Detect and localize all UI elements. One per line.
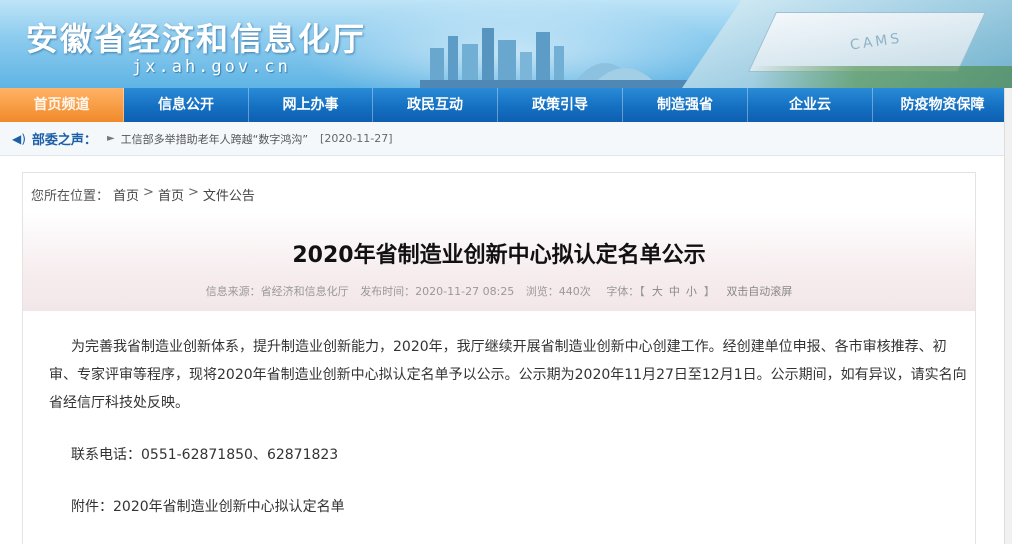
- nav-item-online-service[interactable]: 网上办事: [249, 88, 373, 122]
- article-body: 为完善我省制造业创新体系，提升制造业创新能力，2020年，我厅继续开展省制造业创…: [49, 333, 969, 521]
- attachment-link[interactable]: 2020年省制造业创新中心拟认定名单: [113, 499, 345, 515]
- breadcrumb-separator: >: [143, 185, 154, 200]
- paragraph-line: 为完善我省制造业创新体系，提升制造业创新能力，2020年，我厅继续开展省制造业创…: [71, 339, 947, 355]
- meta-font-label: 字体：【: [606, 285, 645, 298]
- breadcrumb-announcements[interactable]: 文件公告: [203, 185, 255, 204]
- notice-bar: ◀) 部委之声： ► 工信部多举措助老年人跨越“数字鸿沟” [2020-11-2…: [0, 122, 1004, 156]
- meta-font-close: 】: [703, 285, 715, 298]
- breadcrumb: 您所在位置： 首页 > 首页 > 文件公告: [31, 185, 255, 204]
- font-size-large-button[interactable]: 大: [652, 285, 663, 298]
- article-meta: 信息来源：省经济和信息化厅 发布时间：2020-11-27 08:25 浏览：4…: [23, 283, 975, 299]
- site-domain: jx.ah.gov.cn: [132, 57, 291, 77]
- contact-phone: 联系电话：0551-62871850、62871823: [71, 447, 339, 463]
- main-nav: 首页频道 信息公开 网上办事 政民互动 政策引导 制造强省 企业云 防疫物资保障: [0, 88, 1012, 122]
- site-title[interactable]: 安徽省经济和信息化厅: [26, 14, 366, 60]
- nav-item-policy[interactable]: 政策引导: [498, 88, 623, 122]
- article-panel: 您所在位置： 首页 > 首页 > 文件公告 2020年省制造业创新中心拟认定名单…: [22, 172, 976, 544]
- city-skyline-image: [420, 28, 720, 88]
- paragraph-line: 省经信厅科技处反映。: [49, 395, 189, 411]
- auto-scroll-toggle[interactable]: 双击自动滚屏: [726, 285, 792, 298]
- font-size-medium-button[interactable]: 中: [669, 285, 680, 298]
- meta-views: 浏览：440次: [525, 285, 591, 298]
- article-header: 2020年省制造业创新中心拟认定名单公示 信息来源：省经济和信息化厅 发布时间：…: [23, 213, 975, 311]
- attachment: 附件：2020年省制造业创新中心拟认定名单: [49, 493, 969, 521]
- breadcrumb-separator: >: [187, 185, 199, 200]
- notice-label: 部委之声：: [31, 133, 97, 148]
- breadcrumb-home-2[interactable]: 首页: [158, 185, 184, 204]
- article-title: 2020年省制造业创新中心拟认定名单公示: [292, 243, 706, 268]
- notice-news-link[interactable]: 工信部多举措助老年人跨越“数字鸿沟”: [121, 131, 308, 147]
- nav-item-manufacturing[interactable]: 制造强省: [623, 88, 748, 122]
- meta-publish-time: 发布时间：2020-11-27 08:25: [360, 285, 515, 298]
- breadcrumb-prefix: 您所在位置：: [31, 189, 110, 204]
- meta-source: 信息来源：省经济和信息化厅: [205, 285, 349, 298]
- breadcrumb-home[interactable]: 首页: [113, 185, 139, 204]
- nav-item-enterprise-cloud[interactable]: 企业云: [748, 88, 873, 122]
- paragraph-line: 审、专家评审等程序，现将2020年省制造业创新中心拟认定名单予以公示。公示期为2…: [49, 367, 967, 383]
- speaker-icon: ◀): [12, 131, 26, 146]
- font-size-small-button[interactable]: 小: [686, 285, 697, 298]
- nav-item-epidemic-supplies[interactable]: 防疫物资保障: [873, 88, 1012, 122]
- banner-greenery: [752, 66, 1012, 88]
- attachment-label: 附件：: [71, 499, 113, 515]
- nav-item-info-public[interactable]: 信息公开: [124, 88, 249, 122]
- nav-item-interaction[interactable]: 政民互动: [373, 88, 498, 122]
- nav-item-home[interactable]: 首页频道: [0, 88, 124, 122]
- page-scrollbar[interactable]: [1004, 88, 1012, 544]
- notice-date: [2020-11-27]: [320, 132, 393, 145]
- arrow-right-icon: ►: [106, 133, 115, 144]
- header-banner: CAMS 安徽省经济和信息化厅 jx.ah.gov.cn: [0, 0, 1012, 88]
